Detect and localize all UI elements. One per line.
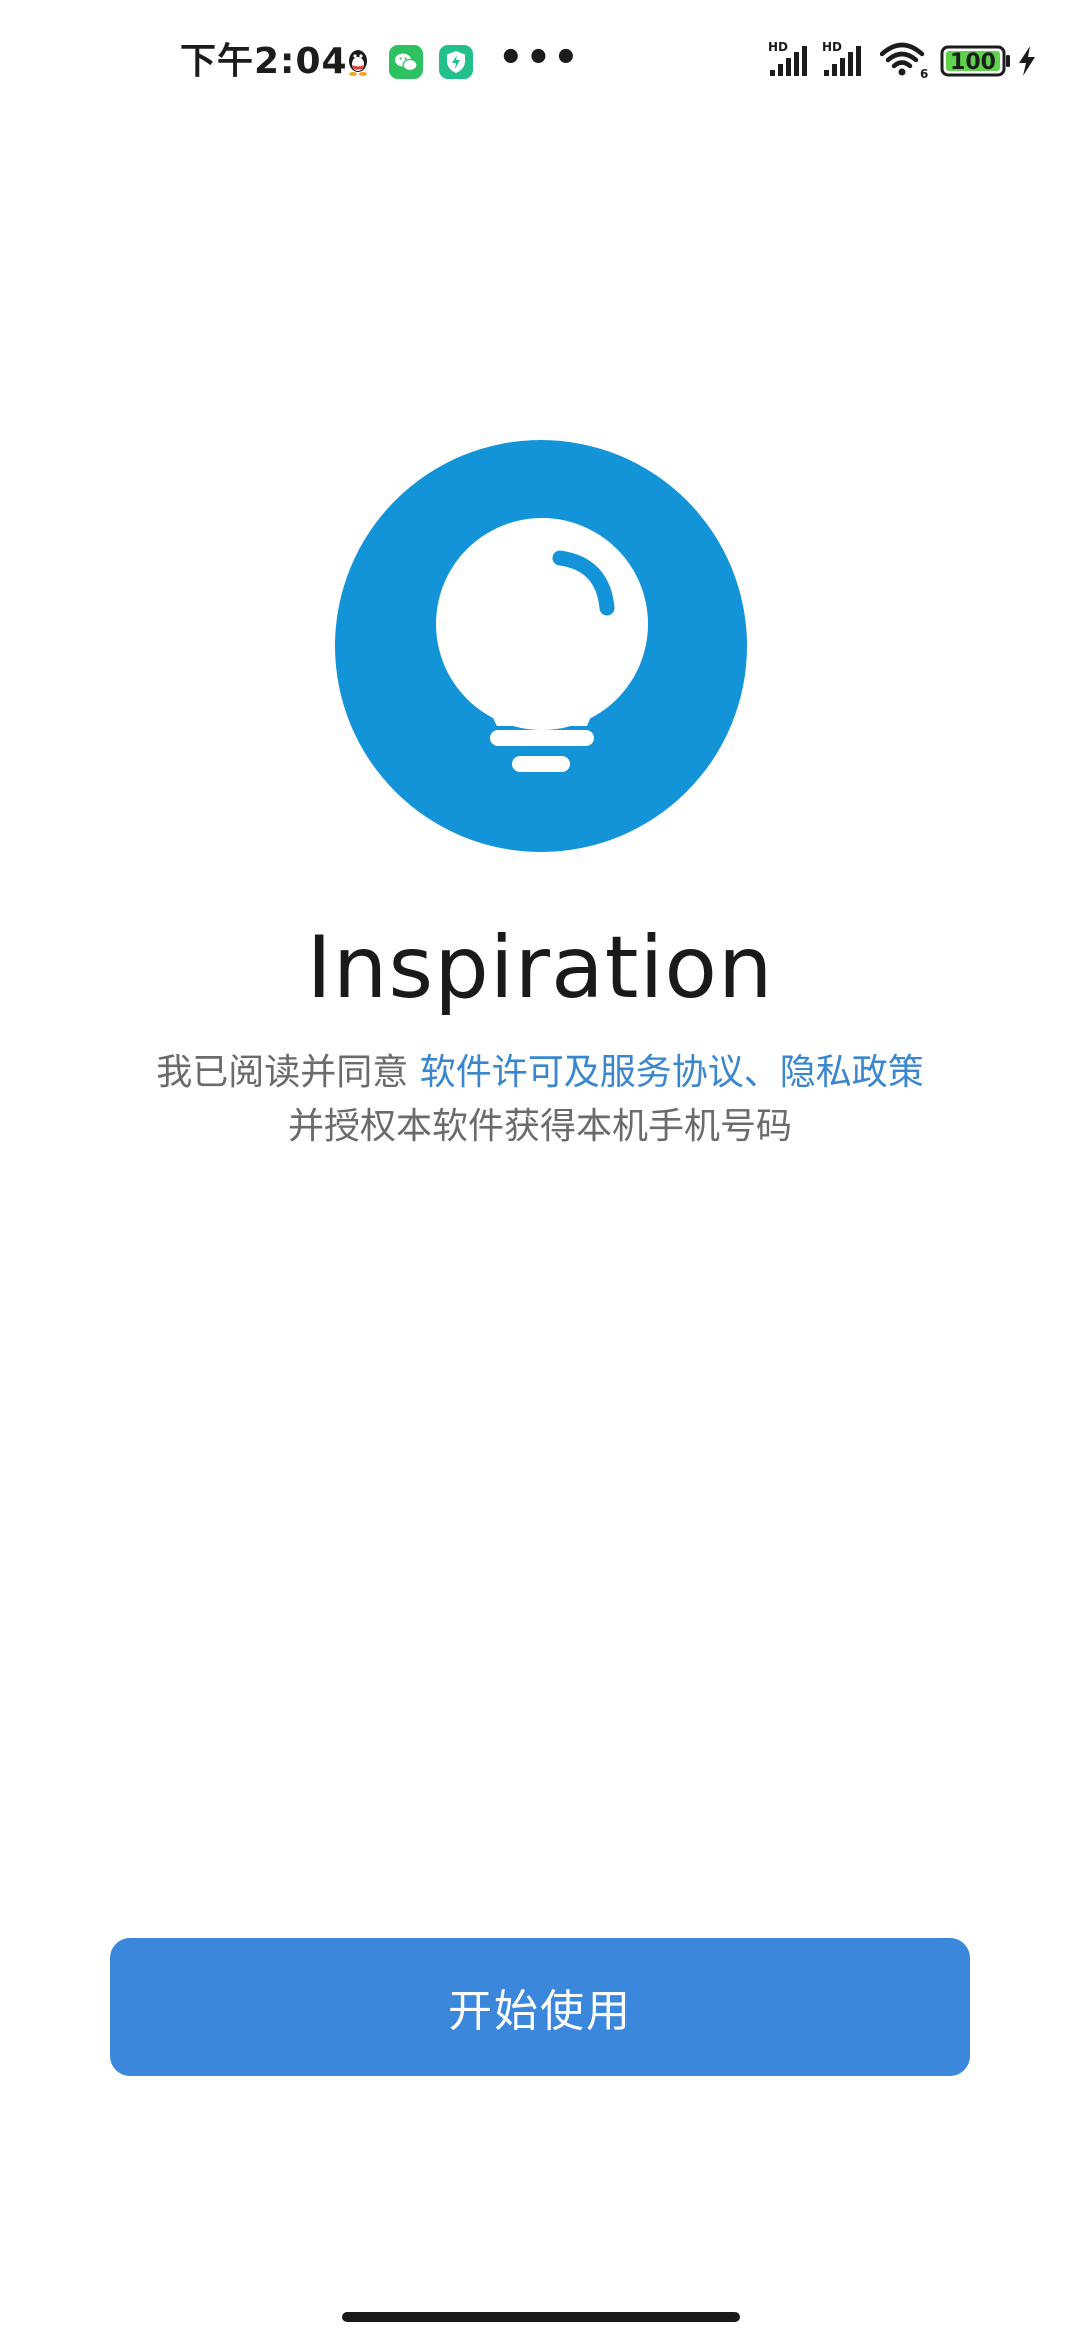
agreement-line-1: 我已阅读并同意 软件许可及服务协议、隐私政策 (60, 1046, 1020, 1100)
more-notifications-icon: ••• (498, 35, 581, 81)
status-bar: 下午2:04 ••• HD HD 6 100 (0, 0, 1080, 120)
agreement-text: 我已阅读并同意 软件许可及服务协议、隐私政策 并授权本软件获得本机手机号码 (60, 1046, 1020, 1154)
wifi-icon: 6 (880, 42, 928, 80)
agreement-separator: 、 (743, 1052, 780, 1093)
agreement-prefix: 我已阅读并同意 (156, 1052, 420, 1093)
lightbulb-icon (335, 440, 747, 852)
qq-icon (349, 50, 367, 76)
home-indicator[interactable] (342, 2312, 740, 2322)
license-agreement-link[interactable]: 软件许可及服务协议 (420, 1052, 744, 1093)
wifi-label: 6 (920, 67, 928, 80)
agreement-line-2: 并授权本软件获得本机手机号码 (287, 1106, 792, 1147)
privacy-policy-link[interactable]: 隐私政策 (780, 1052, 924, 1093)
signal-strength-icon: HD (768, 40, 807, 76)
battery-icon: 100 (940, 45, 1010, 77)
signal-hd-label: HD (822, 40, 842, 54)
wechat-icon (389, 45, 423, 79)
status-time: 下午2:04 (180, 41, 348, 82)
shield-app-icon (439, 45, 473, 79)
signal-strength-icon: HD (822, 40, 861, 76)
signal-hd-label: HD (768, 40, 788, 54)
charging-icon (1019, 46, 1035, 76)
battery-level: 100 (950, 50, 996, 75)
app-title: Inspiration (306, 918, 774, 1018)
start-button[interactable]: 开始使用 (110, 1938, 970, 2076)
